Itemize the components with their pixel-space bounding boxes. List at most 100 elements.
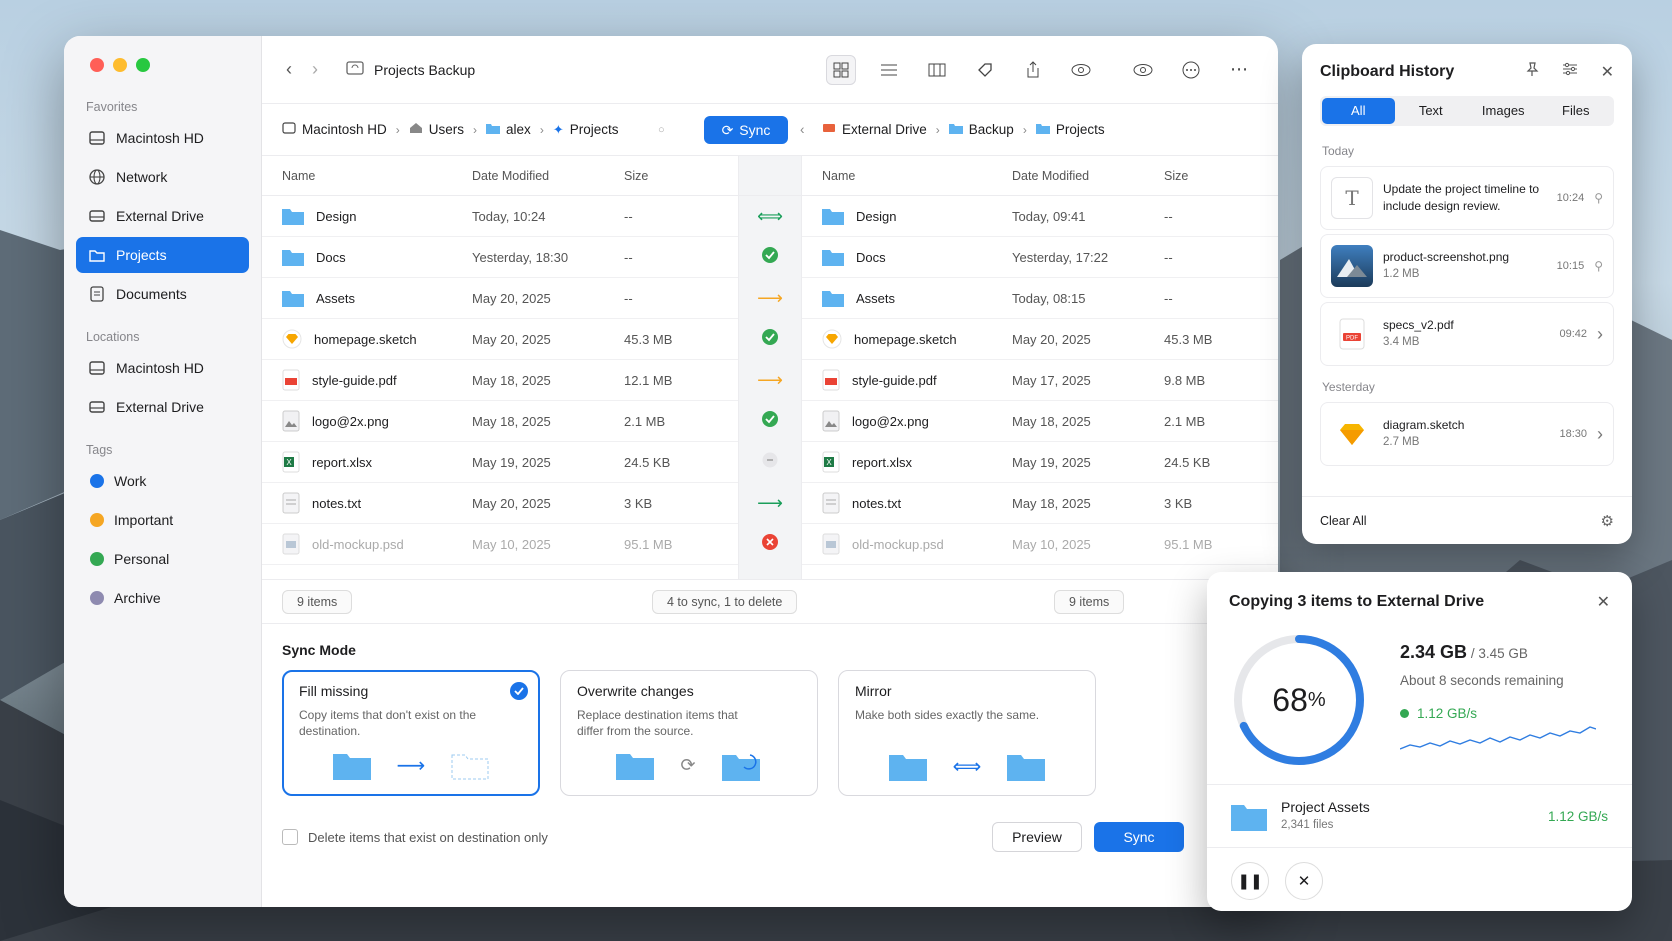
sidebar-item-macintosh-hd-location[interactable]: Macintosh HD — [76, 350, 249, 386]
left-file-row[interactable]: logo@2x.png May 18, 2025 2.1 MB — [262, 401, 738, 442]
clip-item-sketch[interactable]: diagram.sketch 2.7 MB 18:30 › — [1320, 402, 1614, 466]
crumb-backup[interactable]: Backup — [948, 122, 1014, 137]
sidebar-tag-important[interactable]: Important — [76, 502, 249, 538]
back-icon[interactable]: ‹ — [286, 59, 292, 80]
sidebar-item-external-drive-location[interactable]: External Drive — [76, 389, 249, 425]
close-icon[interactable]: ✕ — [1597, 592, 1610, 612]
close-icon[interactable]: ✕ — [1601, 62, 1614, 82]
left-file-row[interactable]: Docs Yesterday, 18:30 -- — [262, 237, 738, 278]
tag-color-dot — [90, 591, 104, 605]
pause-button[interactable]: ❚❚ — [1231, 862, 1269, 900]
col-size[interactable]: Size — [1164, 169, 1244, 183]
grid-view-icon[interactable] — [826, 54, 856, 85]
in-sync-icon — [739, 237, 801, 278]
crumb-external-drive[interactable]: External Drive — [822, 122, 927, 137]
chevron-right-icon[interactable]: › — [1597, 324, 1603, 345]
pin-icon[interactable]: ⚲ — [1594, 191, 1603, 205]
chevron-left-icon[interactable]: ‹ — [800, 122, 805, 137]
sidebar-item-macintosh-hd[interactable]: Macintosh HD — [76, 120, 249, 156]
preview-button[interactable]: Preview — [992, 822, 1082, 852]
left-file-row[interactable]: homepage.sketch May 20, 2025 45.3 MB — [262, 319, 738, 360]
crumb-projects-dest[interactable]: Projects — [1035, 122, 1105, 137]
clip-size: 3.4 MB — [1383, 336, 1420, 348]
file-date: May 19, 2025 — [1012, 454, 1091, 470]
overwrite-illustration: ⟳ — [561, 749, 817, 781]
clip-item-image[interactable]: product-screenshot.png 1.2 MB 10:15 ⚲ — [1320, 234, 1614, 298]
sidebar-tag-archive[interactable]: Archive — [76, 580, 249, 616]
chevron-right-icon[interactable]: › — [1597, 424, 1603, 445]
sync-button[interactable]: Sync — [1094, 822, 1184, 852]
sidebar-tag-personal[interactable]: Personal — [76, 541, 249, 577]
clear-all-button[interactable]: Clear All — [1320, 514, 1367, 528]
left-file-row[interactable]: Assets May 20, 2025 -- — [262, 278, 738, 319]
pin-icon[interactable]: ⚲ — [1594, 259, 1603, 273]
sync-path-button[interactable]: ⟳ Sync — [704, 116, 788, 144]
document-icon — [88, 285, 106, 303]
file-date: May 17, 2025 — [1012, 372, 1091, 388]
settings-sliders-icon[interactable] — [1562, 62, 1577, 82]
col-date[interactable]: Date Modified — [1012, 169, 1164, 183]
dropdown-circle-icon[interactable]: ○ — [658, 124, 665, 136]
right-file-row[interactable]: homepage.sketch May 20, 2025 45.3 MB — [802, 319, 1278, 360]
column-view-icon[interactable] — [922, 55, 952, 85]
col-date[interactable]: Date Modified — [472, 169, 624, 183]
mode-mirror[interactable]: Mirror Make both sides exactly the same.… — [838, 670, 1096, 796]
share-icon[interactable] — [1018, 55, 1048, 85]
tab-text[interactable]: Text — [1395, 98, 1468, 124]
mode-overwrite-changes[interactable]: Overwrite changes Replace destination it… — [560, 670, 818, 796]
txt-icon — [282, 492, 300, 514]
right-file-row[interactable]: Design Today, 09:41 -- — [802, 196, 1278, 237]
crumb-projects[interactable]: ✦ Projects — [553, 122, 619, 138]
file-name: logo@2x.png — [312, 413, 389, 429]
list-view-icon[interactable] — [874, 55, 904, 85]
crumb-alex[interactable]: alex — [486, 122, 531, 137]
mode-fill-missing[interactable]: Fill missing Copy items that don't exist… — [282, 670, 540, 796]
delete-dest-checkbox[interactable] — [282, 829, 298, 845]
xlsx-icon: X — [282, 451, 300, 473]
sidebar-item-documents[interactable]: Documents — [76, 276, 249, 312]
minimize-window-button[interactable] — [113, 58, 127, 72]
tab-files[interactable]: Files — [1540, 98, 1613, 124]
more-circle-icon[interactable] — [1176, 55, 1206, 85]
sidebar-item-projects[interactable]: Projects — [76, 237, 249, 273]
zoom-window-button[interactable] — [136, 58, 150, 72]
left-file-row[interactable]: notes.txt May 20, 2025 3 KB — [262, 483, 738, 524]
quick-look-icon[interactable] — [1066, 55, 1096, 85]
left-file-row[interactable]: Xreport.xlsx May 19, 2025 24.5 KB — [262, 442, 738, 483]
right-file-row[interactable]: style-guide.pdf May 17, 2025 9.8 MB — [802, 360, 1278, 401]
file-size: 3 KB — [624, 495, 653, 511]
sidebar-tag-work[interactable]: Work — [76, 463, 249, 499]
cancel-button[interactable]: ✕ — [1285, 862, 1323, 900]
close-window-button[interactable] — [90, 58, 104, 72]
left-file-row[interactable]: Design Today, 10:24 -- — [262, 196, 738, 237]
right-file-row[interactable]: Assets Today, 08:15 -- — [802, 278, 1278, 319]
tag-label: Personal — [114, 551, 170, 567]
left-file-row[interactable]: old-mockup.psd May 10, 2025 95.1 MB — [262, 524, 738, 565]
right-file-row[interactable]: notes.txt May 18, 2025 3 KB — [802, 483, 1278, 524]
preview-eye-icon[interactable] — [1128, 55, 1158, 85]
sidebar-item-network[interactable]: Network — [76, 159, 249, 195]
clip-item-pdf[interactable]: PDF specs_v2.pdf 3.4 MB 09:42 › — [1320, 302, 1614, 366]
right-file-row[interactable]: old-mockup.psd May 10, 2025 95.1 MB — [802, 524, 1278, 565]
left-file-row[interactable]: style-guide.pdf May 18, 2025 12.1 MB — [262, 360, 738, 401]
file-name: report.xlsx — [852, 454, 912, 470]
right-file-row[interactable]: Docs Yesterday, 17:22 -- — [802, 237, 1278, 278]
forward-icon[interactable]: › — [312, 59, 318, 80]
tab-all[interactable]: All — [1322, 98, 1395, 124]
tab-images[interactable]: Images — [1467, 98, 1540, 124]
sidebar-item-external-drive[interactable]: External Drive — [76, 198, 249, 234]
clip-item-text[interactable]: T Update the project timeline to include… — [1320, 166, 1614, 230]
right-file-row[interactable]: logo@2x.png May 18, 2025 2.1 MB — [802, 401, 1278, 442]
tag-icon[interactable] — [970, 55, 1000, 85]
col-size[interactable]: Size — [624, 169, 704, 183]
chevron-right-icon: › — [395, 122, 400, 137]
crumb-users[interactable]: Users — [409, 122, 464, 137]
col-name[interactable]: Name — [262, 169, 472, 183]
gear-icon[interactable]: ⚙ — [1601, 512, 1614, 530]
right-file-row[interactable]: Xreport.xlsx May 19, 2025 24.5 KB — [802, 442, 1278, 483]
col-name[interactable]: Name — [802, 169, 1012, 183]
tag-label: Archive — [114, 590, 161, 606]
more-icon[interactable]: ⋯ — [1224, 55, 1254, 85]
crumb-macintosh-hd[interactable]: Macintosh HD — [282, 122, 387, 137]
pin-icon[interactable] — [1525, 62, 1539, 82]
